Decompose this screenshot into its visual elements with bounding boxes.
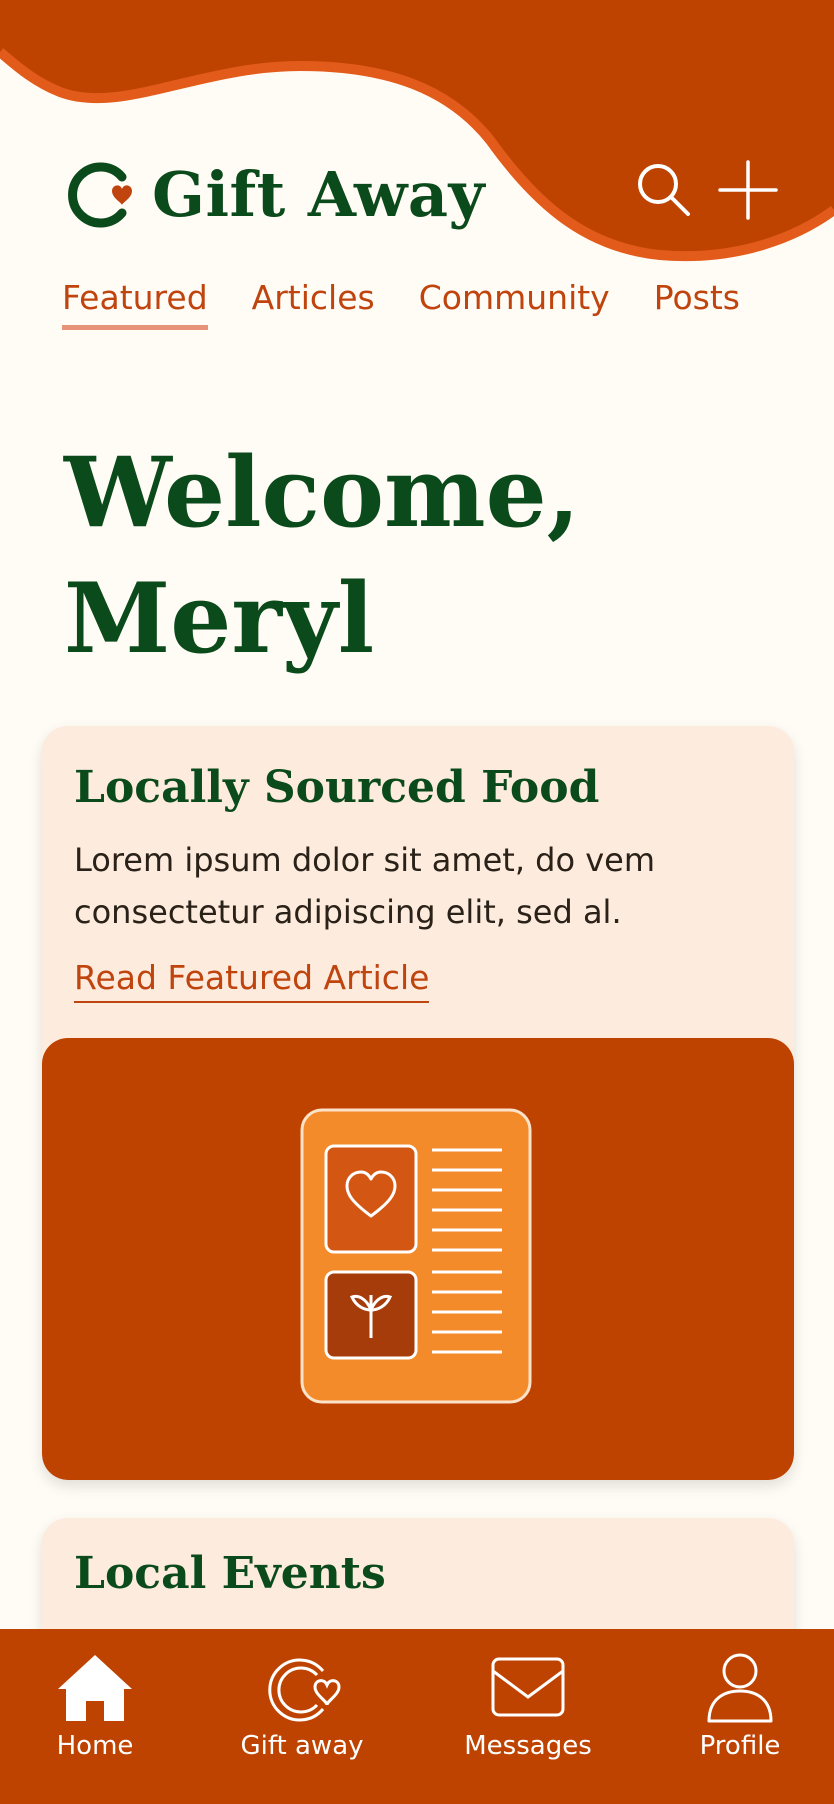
card-title: Locally Sourced Food <box>74 762 600 813</box>
nav-profile[interactable]: Profile <box>680 1649 800 1761</box>
tab-featured[interactable]: Featured <box>62 278 208 330</box>
bottom-navigation: Home Gift away Messages Profile <box>0 1629 834 1804</box>
read-featured-article-link[interactable]: Read Featured Article <box>74 958 430 1003</box>
nav-label: Gift away <box>240 1731 364 1761</box>
welcome-heading: Welcome, Meryl <box>64 430 580 682</box>
nav-label: Home <box>56 1731 134 1761</box>
featured-article-card[interactable]: Locally Sourced Food Lorem ipsum dolor s… <box>42 726 794 1480</box>
card-description: Lorem ipsum dolor sit amet, do vem conse… <box>74 841 656 931</box>
welcome-line: Welcome, <box>64 436 581 549</box>
search-button[interactable] <box>632 158 696 222</box>
person-icon <box>707 1653 773 1723</box>
nav-label: Profile <box>699 1731 781 1761</box>
user-name: Meryl <box>64 562 375 675</box>
app-screen: Gift Away Featured Articles Community Po… <box>0 0 834 1804</box>
nav-home[interactable]: Home <box>40 1649 150 1761</box>
gift-away-icon <box>268 1658 341 1722</box>
nav-label: Messages <box>464 1731 592 1761</box>
card-image <box>42 1038 794 1480</box>
app-logo: Gift Away <box>60 155 485 235</box>
app-title: Gift Away <box>152 158 486 231</box>
home-icon <box>58 1655 132 1721</box>
gift-away-logo-icon <box>68 162 132 228</box>
card-title: Local Events <box>74 1548 386 1599</box>
search-icon <box>638 164 690 216</box>
tab-articles[interactable]: Articles <box>252 278 375 330</box>
article-illustration-icon <box>300 1108 532 1404</box>
tab-posts[interactable]: Posts <box>654 278 740 330</box>
plus-icon <box>718 160 778 220</box>
tab-bar: Featured Articles Community Posts <box>62 278 740 330</box>
add-button[interactable] <box>716 158 780 222</box>
tab-community[interactable]: Community <box>419 278 610 330</box>
envelope-icon <box>491 1657 565 1717</box>
nav-messages[interactable]: Messages <box>448 1649 608 1761</box>
nav-gift-away[interactable]: Gift away <box>222 1649 382 1761</box>
